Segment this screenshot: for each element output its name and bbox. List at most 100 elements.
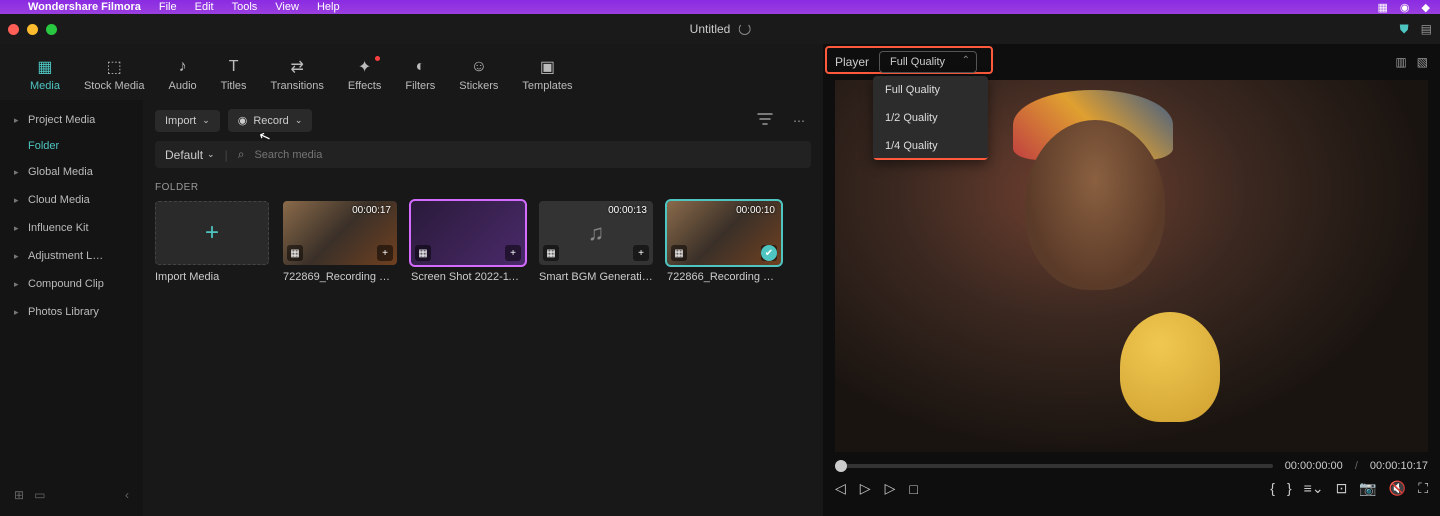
add-to-timeline-icon[interactable]: + bbox=[377, 245, 393, 261]
fullscreen-icon[interactable]: ⛶ bbox=[1418, 480, 1428, 497]
sort-select[interactable]: Default ⌄ bbox=[165, 148, 215, 162]
play-pause-button[interactable]: ▷ bbox=[860, 480, 871, 497]
mark-out-icon[interactable]: } bbox=[1287, 480, 1292, 497]
chevron-right-icon: ▸ bbox=[14, 307, 22, 318]
mark-in-icon[interactable]: { bbox=[1270, 480, 1275, 497]
snapshot-icon[interactable]: 📷 bbox=[1359, 480, 1376, 497]
menu-file[interactable]: File bbox=[159, 1, 177, 13]
add-to-timeline-icon[interactable]: + bbox=[761, 245, 777, 261]
media-card[interactable]: 00:00:10▦+722866_Recording P… bbox=[667, 201, 781, 283]
tab-audio[interactable]: ♪Audio bbox=[157, 54, 209, 100]
add-to-timeline-icon[interactable]: + bbox=[633, 245, 649, 261]
menu-edit[interactable]: Edit bbox=[195, 1, 214, 13]
add-to-timeline-icon[interactable]: + bbox=[505, 245, 521, 261]
menubar-more-icon[interactable]: ◆ bbox=[1422, 1, 1430, 14]
chevron-right-icon: ▸ bbox=[14, 251, 22, 262]
window-titlebar: Untitled ⛊ ▤ bbox=[0, 14, 1440, 44]
settings-toggle-icon[interactable]: ▤ bbox=[1421, 22, 1432, 36]
menubar-user-icon[interactable]: ◉ bbox=[1400, 1, 1410, 14]
prev-frame-button[interactable]: ◁ bbox=[835, 480, 846, 497]
media-icon: ▦ bbox=[34, 58, 56, 76]
tab-stock[interactable]: ⬚Stock Media bbox=[72, 54, 157, 100]
tab-label: Audio bbox=[169, 80, 197, 92]
mute-icon[interactable]: 🔇 bbox=[1389, 480, 1406, 497]
collapse-sidebar-icon[interactable]: ‹ bbox=[125, 488, 129, 502]
quality-option-quarter[interactable]: 1/4 Quality bbox=[873, 132, 988, 160]
media-card[interactable]: ▦+Screen Shot 2022-11… bbox=[411, 201, 525, 283]
close-window-button[interactable] bbox=[8, 24, 19, 35]
playback-quality-icon[interactable]: ≡⌄ bbox=[1304, 480, 1324, 497]
chevron-down-icon: ⌄ bbox=[207, 149, 215, 160]
tab-media[interactable]: ▦Media bbox=[18, 54, 72, 100]
media-grid: +Import Media00:00:17▦+722869_Recording … bbox=[155, 201, 811, 283]
menu-view[interactable]: View bbox=[275, 1, 299, 13]
sidebar-item[interactable]: ▸Cloud Media bbox=[6, 186, 137, 214]
play-button[interactable]: ▷ bbox=[885, 480, 896, 497]
crop-icon[interactable]: ⊡ bbox=[1336, 480, 1348, 497]
record-button[interactable]: ◉ Record ⌄ bbox=[228, 109, 313, 132]
gift-icon[interactable]: ⛊ bbox=[1400, 22, 1409, 37]
filter-icon[interactable] bbox=[751, 108, 779, 133]
sidebar-subitem[interactable]: Folder bbox=[6, 134, 137, 158]
sidebar-item[interactable]: ▸Influence Kit bbox=[6, 214, 137, 242]
media-card[interactable]: 00:00:13♫▦+ Smart BGM Generati… bbox=[539, 201, 653, 283]
menu-tools[interactable]: Tools bbox=[232, 1, 258, 13]
media-thumb[interactable]: 00:00:17▦+ bbox=[283, 201, 397, 265]
sidebar-item[interactable]: ▸Compound Clip bbox=[6, 270, 137, 298]
new-folder-icon[interactable]: ⊞ bbox=[14, 488, 24, 502]
media-label: Screen Shot 2022-11… bbox=[411, 271, 525, 283]
media-thumb[interactable]: + bbox=[155, 201, 269, 265]
timeline-scrubber[interactable] bbox=[835, 464, 1273, 468]
tab-transitions[interactable]: ⇄Transitions bbox=[259, 54, 336, 100]
type-badge-icon: ▦ bbox=[287, 245, 303, 261]
total-time: 00:00:10:17 bbox=[1370, 460, 1428, 472]
compare-view-icon[interactable]: ▥ bbox=[1395, 55, 1406, 69]
tab-stickers[interactable]: ☺Stickers bbox=[447, 54, 510, 100]
zoom-window-button[interactable] bbox=[46, 24, 57, 35]
sidebar-item[interactable]: ▸Photos Library bbox=[6, 298, 137, 326]
minimize-window-button[interactable] bbox=[27, 24, 38, 35]
app-name: Wondershare Filmora bbox=[28, 1, 141, 13]
sidebar-item[interactable]: ▸Project Media bbox=[6, 106, 137, 134]
media-card[interactable]: 00:00:17▦+722869_Recording P… bbox=[283, 201, 397, 283]
stop-button[interactable]: □ bbox=[909, 481, 917, 497]
sidebar-item-label: Global Media bbox=[28, 166, 93, 178]
chevron-right-icon: ▸ bbox=[14, 279, 22, 290]
search-row: Default ⌄ | ⌕ bbox=[155, 141, 811, 168]
search-input[interactable] bbox=[254, 149, 801, 161]
current-time: 00:00:00:00 bbox=[1285, 460, 1343, 472]
folder-open-icon[interactable]: ▭ bbox=[34, 488, 45, 502]
tab-label: Effects bbox=[348, 80, 381, 92]
media-card[interactable]: +Import Media bbox=[155, 201, 269, 283]
tab-filters[interactable]: ◐Filters bbox=[393, 54, 447, 100]
quality-option-full[interactable]: Full Quality bbox=[873, 76, 988, 104]
player-label: Player bbox=[835, 55, 869, 69]
type-badge-icon: ▦ bbox=[415, 245, 431, 261]
tab-templates[interactable]: ▣Templates bbox=[510, 54, 584, 100]
media-sidebar: ▸Project MediaFolder▸Global Media▸Cloud … bbox=[0, 100, 143, 516]
stock-icon: ⬚ bbox=[103, 58, 125, 76]
import-button[interactable]: Import ⌄ bbox=[155, 110, 220, 132]
more-options-icon[interactable]: ⋯ bbox=[787, 110, 811, 132]
sidebar-item-label: Adjustment L… bbox=[28, 250, 103, 262]
sidebar-item[interactable]: ▸ Adjustment L… bbox=[6, 242, 137, 270]
quality-selected-value: Full Quality bbox=[890, 56, 945, 68]
quality-option-half[interactable]: 1/2 Quality bbox=[873, 104, 988, 132]
media-label: Smart BGM Generati… bbox=[539, 271, 653, 283]
media-thumb[interactable]: 00:00:10▦+ bbox=[667, 201, 781, 265]
media-label: 722869_Recording P… bbox=[283, 271, 397, 283]
chevron-right-icon: ▸ bbox=[14, 115, 22, 126]
menu-help[interactable]: Help bbox=[317, 1, 340, 13]
snapshot-settings-icon[interactable]: ▧ bbox=[1417, 55, 1428, 69]
tab-titles[interactable]: TTitles bbox=[209, 54, 259, 100]
media-toolbar: Import ⌄ ◉ Record ⌄ ⋯ bbox=[155, 100, 811, 141]
media-thumb[interactable]: 00:00:13♫▦+ bbox=[539, 201, 653, 265]
media-thumb[interactable]: ▦+ bbox=[411, 201, 525, 265]
tab-label: Filters bbox=[405, 80, 435, 92]
playhead[interactable] bbox=[835, 460, 847, 472]
menubar-grid-icon[interactable]: ▦ bbox=[1378, 1, 1388, 14]
tab-label: Templates bbox=[522, 80, 572, 92]
tab-effects[interactable]: ✦Effects bbox=[336, 54, 393, 100]
sidebar-item[interactable]: ▸Global Media bbox=[6, 158, 137, 186]
quality-select[interactable]: Full Quality bbox=[879, 51, 977, 73]
